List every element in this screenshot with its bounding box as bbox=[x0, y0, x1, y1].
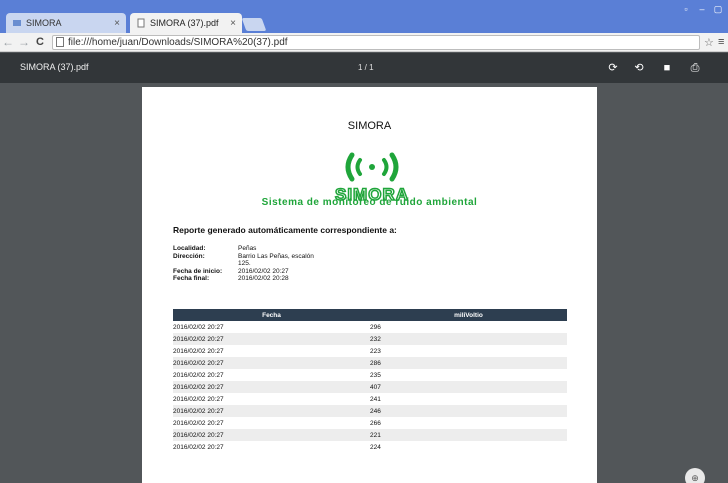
cell-milivoltio: 221 bbox=[370, 431, 381, 439]
bookmark-star-icon[interactable]: ☆ bbox=[704, 36, 718, 49]
minimize-button[interactable]: – bbox=[695, 3, 709, 15]
meta-row-final: Fecha final: 2016/02/02 20:28 bbox=[173, 275, 348, 283]
cell-milivoltio: 224 bbox=[370, 443, 381, 451]
cell-milivoltio: 266 bbox=[370, 419, 381, 427]
back-button[interactable]: ← bbox=[0, 35, 16, 49]
cell-fecha: 2016/02/02 20:27 bbox=[173, 371, 224, 379]
cell-fecha: 2016/02/02 20:27 bbox=[173, 323, 224, 331]
cell-milivoltio: 407 bbox=[370, 383, 381, 391]
document-title: SIMORA bbox=[347, 120, 392, 132]
meta-value: Peñas bbox=[238, 245, 257, 252]
column-header-milivoltio: miliVoltio bbox=[454, 311, 483, 319]
tab-simora[interactable]: SIMORA × bbox=[6, 13, 126, 33]
table-row: 2016/02/02 20:27 235 bbox=[173, 369, 567, 381]
forward-button[interactable]: → bbox=[16, 35, 32, 49]
table-row: 2016/02/02 20:27 224 bbox=[173, 441, 567, 453]
logo-subtitle: Sistema de monitoreo de ruido ambiental bbox=[261, 197, 478, 208]
cell-fecha: 2016/02/02 20:27 bbox=[173, 419, 224, 427]
cell-fecha: 2016/02/02 20:27 bbox=[173, 443, 224, 451]
table-row: 2016/02/02 20:27 266 bbox=[173, 417, 567, 429]
tab-close-button[interactable]: × bbox=[114, 18, 120, 29]
pdf-page: SIMORA SIMORA Sistema de monitoreo de ru… bbox=[142, 87, 597, 483]
cell-fecha: 2016/02/02 20:27 bbox=[173, 395, 224, 403]
cell-fecha: 2016/02/02 20:27 bbox=[173, 383, 224, 391]
tab-title: SIMORA (37).pdf bbox=[150, 18, 219, 28]
simora-favicon-icon bbox=[12, 18, 22, 28]
meta-value: 125. bbox=[238, 260, 251, 267]
meta-value: Barrio Las Peñas, escalón bbox=[238, 252, 314, 260]
readings-table: Fecha miliVoltio 2016/02/02 20:27 296 2016… bbox=[173, 309, 567, 453]
meta-row-localidad: Localidad: Peñas bbox=[173, 245, 348, 253]
page-icon bbox=[136, 18, 146, 28]
cell-fecha: 2016/02/02 20:27 bbox=[173, 407, 224, 415]
cell-milivoltio: 286 bbox=[370, 359, 381, 367]
meta-label: Fecha de inicio: bbox=[173, 267, 223, 275]
cell-fecha: 2016/02/02 20:27 bbox=[173, 347, 224, 355]
meta-row-inicio: Fecha de inicio: 2016/02/02 20:27 bbox=[173, 268, 348, 276]
address-bar[interactable]: file:///home/juan/Downloads/SIMORA%20(37… bbox=[52, 34, 700, 50]
cell-milivoltio: 241 bbox=[370, 395, 381, 403]
rotate-clockwise-icon[interactable]: ⟳ bbox=[606, 61, 620, 75]
cell-fecha: 2016/02/02 20:27 bbox=[173, 359, 224, 367]
cell-milivoltio: 235 bbox=[370, 371, 381, 379]
cell-milivoltio: 232 bbox=[370, 335, 381, 343]
browser-toolbar: ← → C file:///home/juan/Downloads/SIMORA… bbox=[0, 33, 728, 52]
meta-value: 2016/02/02 20:28 bbox=[238, 275, 289, 282]
table-row: 2016/02/02 20:27 232 bbox=[173, 333, 567, 345]
cell-milivoltio: 246 bbox=[370, 407, 381, 415]
table-row: 2016/02/02 20:27 223 bbox=[173, 345, 567, 357]
table-row: 2016/02/02 20:27 296 bbox=[173, 321, 567, 333]
zoom-fit-button[interactable]: ⊕ bbox=[685, 468, 705, 483]
print-icon[interactable]: ⎙ bbox=[688, 61, 702, 75]
meta-label: Fecha final: bbox=[173, 275, 210, 282]
meta-row-direccion: Dirección: Barrio Las Peñas, escalón bbox=[173, 253, 348, 261]
tab-pdf[interactable]: SIMORA (37).pdf × bbox=[130, 13, 242, 33]
table-row: 2016/02/02 20:27 286 bbox=[173, 357, 567, 369]
window-titlebar: SIMORA × SIMORA (37).pdf × ▫ – ▢ bbox=[0, 0, 728, 33]
wireless-signal-icon bbox=[345, 152, 399, 182]
restore-button[interactable]: ▫ bbox=[679, 3, 693, 15]
cell-fecha: 2016/02/02 20:27 bbox=[173, 431, 224, 439]
table-row: 2016/02/02 20:27 241 bbox=[173, 393, 567, 405]
pdf-filename: SIMORA (37).pdf bbox=[20, 62, 89, 72]
pdf-toolbar: SIMORA (37).pdf 1 / 1 ⟳ ⟲ ■ ⎙ bbox=[0, 53, 728, 83]
window-controls: ▫ – ▢ bbox=[679, 3, 725, 15]
page-icon bbox=[56, 37, 64, 47]
table-row: 2016/02/02 20:27 221 bbox=[173, 429, 567, 441]
meta-row-direccion-cont: 125. bbox=[173, 260, 348, 268]
column-header-fecha: Fecha bbox=[262, 311, 281, 319]
table-header: Fecha miliVoltio bbox=[173, 309, 567, 321]
cell-milivoltio: 296 bbox=[370, 323, 381, 331]
url-text: file:///home/juan/Downloads/SIMORA%20(37… bbox=[68, 36, 288, 48]
maximize-button[interactable]: ▢ bbox=[711, 3, 725, 15]
report-metadata: Localidad: Peñas Dirección: Barrio Las P… bbox=[173, 245, 348, 283]
report-heading: Reporte generado automáticamente corresp… bbox=[173, 225, 397, 235]
reload-button[interactable]: C bbox=[32, 36, 48, 48]
new-tab-button[interactable] bbox=[241, 18, 267, 31]
rotate-counterclockwise-icon[interactable]: ⟲ bbox=[632, 61, 646, 75]
meta-label: Dirección: bbox=[173, 252, 205, 260]
save-icon[interactable]: ■ bbox=[660, 61, 674, 75]
table-row: 2016/02/02 20:27 246 bbox=[173, 405, 567, 417]
page-indicator: 1 / 1 bbox=[358, 63, 374, 72]
simora-logo: SIMORA bbox=[334, 152, 409, 205]
cell-milivoltio: 223 bbox=[370, 347, 381, 355]
meta-value: 2016/02/02 20:27 bbox=[238, 267, 289, 275]
table-body: 2016/02/02 20:27 296 2016/02/02 20:27 232 20… bbox=[173, 321, 567, 453]
meta-label: Localidad: bbox=[173, 245, 206, 252]
tab-title: SIMORA bbox=[26, 18, 62, 28]
table-row: 2016/02/02 20:27 407 bbox=[173, 381, 567, 393]
menu-icon[interactable]: ≡ bbox=[718, 36, 728, 48]
tab-close-button[interactable]: × bbox=[230, 18, 236, 29]
cell-fecha: 2016/02/02 20:27 bbox=[173, 335, 224, 343]
